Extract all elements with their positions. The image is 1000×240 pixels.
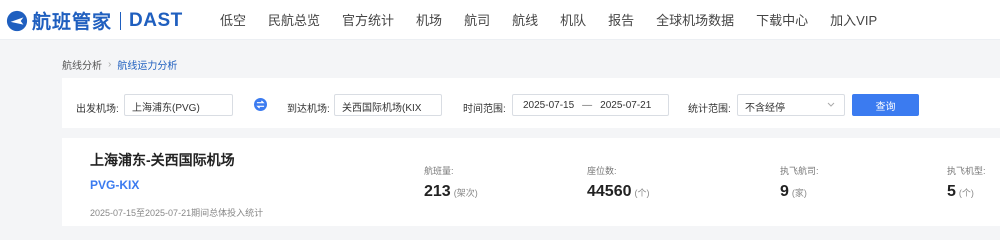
chevron-right-icon: › — [108, 59, 112, 70]
nav-item-official-stats[interactable]: 官方统计 — [342, 10, 394, 29]
query-button[interactable]: 查询 — [852, 94, 919, 116]
stat-unit: (架次) — [453, 188, 478, 198]
nav-item-overview[interactable]: 民航总览 — [268, 10, 320, 29]
stat-aircraft-types: 执飞机型: 5 (个) — [947, 164, 986, 201]
breadcrumb-current: 航线运力分析 — [117, 61, 178, 72]
filter-panel: 出发机场: 上海浦东(PVG) 到达机场: 关西国际机场(KIX 时间范围: 2… — [62, 78, 1000, 128]
stat-unit: (家) — [791, 188, 807, 198]
nav-item-airlines[interactable]: 航司 — [464, 10, 490, 29]
chevron-down-icon — [827, 102, 835, 107]
logo[interactable]: 航班管家 DAST — [6, 7, 183, 34]
nav-item-airports[interactable]: 机场 — [416, 10, 442, 29]
top-navbar: 航班管家 DAST 低空 民航总览 官方统计 机场 航司 航线 机队 报告 全球… — [0, 0, 1000, 40]
route-period-note: 2025-07-15至2025-07-21期间总体投入统计 — [90, 208, 264, 218]
origin-label: 出发机场: — [76, 104, 119, 115]
nav-item-low-altitude[interactable]: 低空 — [220, 10, 246, 29]
logo-divider — [120, 11, 122, 30]
stat-range-label: 统计范围: — [688, 104, 731, 115]
stat-label: 航班量: — [424, 166, 454, 176]
stat-number: 5 — [947, 183, 956, 200]
swap-icon — [256, 100, 265, 109]
plane-logo-icon — [6, 10, 28, 31]
breadcrumb: 航线分析 › 航线运力分析 — [62, 57, 177, 72]
stat-unit: (个) — [634, 188, 650, 198]
stat-range-value: 不含经停 — [745, 103, 785, 114]
stat-range-select[interactable]: 不含经停 — [737, 94, 845, 116]
stat-flights: 航班量: 213 (架次) — [424, 164, 478, 201]
destination-label: 到达机场: — [287, 104, 330, 115]
route-title: 上海浦东-关西国际机场 — [90, 152, 235, 168]
nav-item-global-airports[interactable]: 全球机场数据 — [656, 10, 734, 29]
stat-number: 9 — [780, 183, 789, 200]
nav-item-routes[interactable]: 航线 — [512, 10, 538, 29]
stat-airlines: 执飞航司: 9 (家) — [780, 164, 819, 201]
date-end[interactable]: 2025-07-21 — [600, 100, 651, 111]
stat-label: 执飞航司: — [780, 166, 819, 176]
stat-label: 执飞机型: — [947, 166, 986, 176]
stat-label: 座位数: — [587, 166, 617, 176]
nav-item-download-center[interactable]: 下载中心 — [756, 10, 808, 29]
nav-item-reports[interactable]: 报告 — [608, 10, 634, 29]
date-separator: — — [582, 99, 593, 111]
stat-unit: (个) — [958, 188, 974, 198]
route-code: PVG-KIX — [90, 178, 140, 192]
logo-text-cn: 航班管家 — [32, 12, 113, 33]
route-summary-card: 上海浦东-关西国际机场 PVG-KIX 2025-07-15至2025-07-2… — [62, 138, 1000, 226]
breadcrumb-parent[interactable]: 航线分析 — [62, 57, 102, 72]
nav-item-join-vip[interactable]: 加入VIP — [830, 10, 877, 29]
time-range-label: 时间范围: — [463, 104, 506, 115]
main-nav: 低空 民航总览 官方统计 机场 航司 航线 机队 报告 全球机场数据 下载中心 … — [220, 0, 899, 38]
stat-number: 44560 — [587, 183, 632, 200]
logo-text-en: DAST — [129, 9, 183, 31]
date-start[interactable]: 2025-07-15 — [523, 100, 574, 111]
swap-airports-button[interactable] — [254, 98, 267, 111]
destination-airport-input[interactable]: 关西国际机场(KIX — [334, 94, 442, 116]
origin-airport-input[interactable]: 上海浦东(PVG) — [124, 94, 233, 116]
date-range-picker[interactable]: 2025-07-15 — 2025-07-21 — [512, 94, 669, 116]
stat-seats: 座位数: 44560 (个) — [587, 164, 650, 201]
stat-number: 213 — [424, 183, 451, 200]
nav-item-fleet[interactable]: 机队 — [560, 10, 586, 29]
